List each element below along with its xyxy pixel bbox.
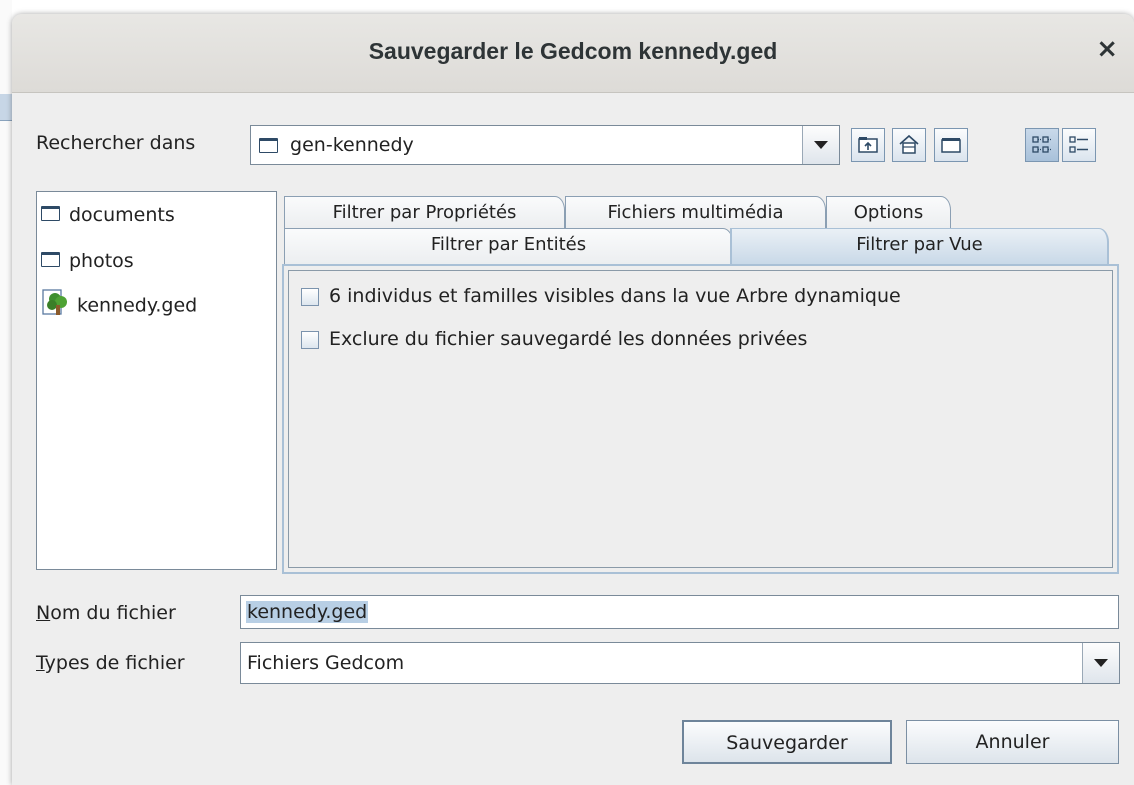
tab-filtrer-par-proprietes[interactable]: Filtrer par Propriétés xyxy=(284,196,565,228)
tab-filtrer-par-entites[interactable]: Filtrer par Entités xyxy=(284,228,733,264)
lookin-value: gen-kennedy xyxy=(259,134,414,156)
tab-panel-filtrer-par-vue: 6 individus et familles visibles dans la… xyxy=(282,264,1119,574)
filetype-label: Types de fichier xyxy=(36,652,185,674)
tab-options[interactable]: Options xyxy=(826,196,951,228)
title-bar: Sauvegarder le Gedcom kennedy.ged × xyxy=(12,14,1134,93)
visible-entities-label[interactable]: 6 individus et familles visibles dans la… xyxy=(329,285,901,307)
filename-label-rest: om du fichier xyxy=(50,602,176,624)
filetype-label-rest: ypes de fichier xyxy=(44,652,185,674)
chevron-down-icon xyxy=(1094,659,1108,667)
lookin-dropdown[interactable]: gen-kennedy xyxy=(250,125,840,165)
folder-icon xyxy=(259,138,278,153)
up-folder-button[interactable] xyxy=(851,128,885,162)
filetype-dropdown[interactable]: Fichiers Gedcom xyxy=(240,642,1120,684)
visible-entities-checkbox[interactable] xyxy=(301,288,319,306)
tab-panel-inner: 6 individus et familles visibles dans la… xyxy=(288,270,1113,568)
chevron-down-icon xyxy=(814,141,828,149)
folder-icon xyxy=(41,206,60,221)
list-item[interactable]: documents xyxy=(41,204,175,226)
cancel-button[interactable]: Annuler xyxy=(906,720,1119,764)
filetype-value: Fichiers Gedcom xyxy=(247,652,405,674)
save-button[interactable]: Sauvegarder xyxy=(682,720,892,764)
list-item-label: kennedy.ged xyxy=(77,294,198,317)
save-dialog: Sauvegarder le Gedcom kennedy.ged × Rech… xyxy=(12,14,1134,785)
close-icon[interactable]: × xyxy=(1096,34,1118,64)
new-folder-icon xyxy=(941,138,961,153)
exclude-private-checkbox[interactable] xyxy=(301,331,319,349)
home-icon xyxy=(899,134,919,154)
list-item-label: documents xyxy=(69,204,175,226)
new-folder-button[interactable] xyxy=(934,128,968,162)
filename-label: Nom du fichier xyxy=(36,602,176,624)
exclude-private-label[interactable]: Exclure du fichier sauvegardé les donnée… xyxy=(329,328,807,350)
filetype-label-mnemonic: T xyxy=(36,652,45,674)
file-list[interactable]: documents photos kennedy.ged xyxy=(36,191,277,570)
list-view-icon xyxy=(1032,136,1052,153)
list-item[interactable]: kennedy.ged xyxy=(41,289,198,318)
list-item-label: photos xyxy=(69,250,134,272)
filetype-dropdown-arrow[interactable] xyxy=(1082,643,1119,683)
dialog-title: Sauvegarder le Gedcom kennedy.ged xyxy=(368,38,778,64)
list-item[interactable]: photos xyxy=(41,250,134,272)
lookin-dropdown-arrow[interactable] xyxy=(802,126,839,164)
lookin-label: Rechercher dans xyxy=(36,132,196,154)
filename-input[interactable]: kennedy.ged xyxy=(240,595,1119,629)
folder-icon xyxy=(41,252,60,267)
filename-label-mnemonic: N xyxy=(36,602,51,624)
tab-fichiers-multimedia[interactable]: Fichiers multimédia xyxy=(565,196,826,228)
details-view-icon xyxy=(1069,136,1088,153)
lookin-value-text: gen-kennedy xyxy=(290,134,414,156)
tab-filtrer-par-vue[interactable]: Filtrer par Vue xyxy=(730,228,1109,264)
background-window xyxy=(0,0,12,785)
list-view-button[interactable] xyxy=(1025,128,1059,162)
filename-value: kennedy.ged xyxy=(246,601,369,623)
home-button[interactable] xyxy=(892,128,926,162)
tree-icon xyxy=(42,289,67,315)
up-folder-icon xyxy=(858,137,878,153)
details-view-button[interactable] xyxy=(1062,128,1096,162)
background-window-tab xyxy=(0,94,12,121)
